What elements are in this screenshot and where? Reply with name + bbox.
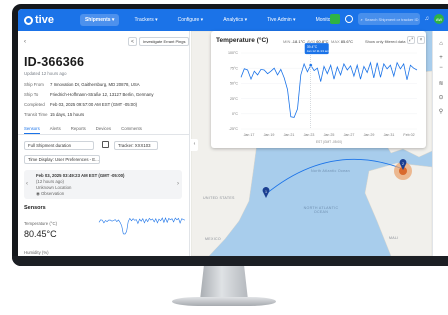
y-tick-label: 0°C [232,112,238,116]
logo-text: tive [35,14,54,26]
home-icon[interactable]: ⌂ [437,41,445,48]
x-tick-label: Jan 17 [244,133,255,137]
time-display-select[interactable]: Time Display: User Preferences - E... [24,155,100,164]
monitor-chin [12,256,448,266]
x-tick-label: Feb 02 [403,133,414,137]
map-toolbar: ⌂ + − ≋ ⊙ ⚲ [432,31,448,256]
shipment-id: ID-366366 [24,55,85,69]
completed-value: Feb 03, 2025 09:57:00 AM EST (GMT -05:00… [50,102,138,107]
collapse-panel-button[interactable]: ‹ [191,139,198,151]
layers-icon[interactable]: ≋ [437,81,445,88]
map-label-north-atlantic-2: North Atlantic Ocean [311,169,350,173]
y-tick-label: 75°C [230,66,238,70]
updated-timestamp: Updated 12 hours ago [24,71,67,76]
origin-pin-label: 1 [265,190,267,194]
locate-icon[interactable]: ⊙ [437,95,445,102]
event-source-label: Observation [40,191,65,196]
humidity-label: Humidity (%) [24,250,49,255]
search-input[interactable]: ⌕ Search Shipment or tracker ID [357,13,420,25]
tab-comments[interactable]: Comments [121,125,142,134]
prev-event-icon[interactable]: ‹ [26,181,28,187]
notification-bell-icon[interactable]: ♫ [425,16,430,22]
x-tick-label: Jan 19 [264,133,275,137]
y-tick-label: -25°C [229,127,239,131]
highlight-point[interactable] [308,63,313,68]
temperature-chart[interactable]: 100°C 75°C 50°C 25°C 0°C -25°C Jan 17 Jan 19 Jan… [211,31,426,148]
x-axis-caption: EST (GMT -05:00) [316,140,342,144]
event-ago: (12 hours ago) [36,179,64,184]
calendar-icon[interactable] [102,141,109,148]
ship-to-value: Friedrich-Hoffmann-Straße 12, 13127 Berl… [50,92,154,97]
tab-reports[interactable]: Reports [71,125,86,134]
tab-devices[interactable]: Devices [96,125,111,134]
pin-icon[interactable]: ⚲ [437,109,445,116]
tooltip-date: Jan 12 11:13 am [307,49,330,53]
temperature-value: 80.45°C [24,229,57,239]
live-view-icon[interactable] [329,14,340,24]
completed-row: Completed Feb 03, 2025 09:57:00 AM EST (… [24,102,137,107]
x-tick-label: Jan 27 [344,133,355,137]
transit-value: 15 days, 15 hours [50,112,85,117]
duration-select[interactable]: Full Shipment duration [24,141,94,150]
shipment-details-panel: ‹ < Investigate Errant Pings ID-366366 U… [18,31,190,256]
transit-row: Transit Time 15 days, 15 hours [24,112,84,117]
tab-alerts[interactable]: Alerts [50,125,61,134]
event-time: Feb 03, 2025 03:49:23 AM EST (GMT -05:00… [36,173,125,178]
y-tick-label: 50°C [230,82,238,86]
x-tick-label: Jan 31 [384,133,395,137]
zoom-out-icon[interactable]: − [437,65,445,72]
zoom-in-icon[interactable]: + [437,55,445,62]
map-label-north-atlantic: NORTH ATLANTIC OCEAN [303,206,339,214]
tive-logo-icon [24,15,33,25]
y-tick-label: 100°C [228,51,238,55]
nav-configure[interactable]: Configure ▾ [173,14,209,26]
back-arrow-icon[interactable]: ‹ [24,39,26,45]
temperature-sparkline[interactable] [98,216,186,236]
transit-label: Transit Time [24,112,48,117]
screen: tive Shipments ▾ Trackers ▾ Configure ▾ … [18,9,448,256]
search-icon: ⌕ [360,16,363,22]
tracker-select[interactable]: Tracker: XXX103 [114,141,158,150]
x-tick-label: Jan 25 [324,133,335,137]
sparkline-path [98,217,186,235]
nav-shipments[interactable]: Shipments ▾ [79,14,120,26]
x-tick-label: Jan 21 [284,133,295,137]
monitor-stand-neck [200,266,248,300]
nav-analytics[interactable]: Analytics ▾ [218,14,252,26]
x-tick-label: Jan 29 [364,133,375,137]
map-label-mexico: MEXICO [205,237,221,241]
event-source: ◉ Observation [36,191,64,197]
investigate-button[interactable]: Investigate Errant Pings [139,37,190,46]
ship-from-row: Ship From 7 Innovation Dr, Gaithersburg,… [24,82,140,87]
event-card: ‹ Feb 03, 2025 03:49:23 AM EST (GMT -05:… [24,170,182,199]
ship-to-label: Ship To [24,92,39,97]
help-icon[interactable] [344,15,353,23]
search-placeholder: Search Shipment or tracker ID [364,16,419,22]
map-label-usa: UNITED STATES [203,196,235,200]
tab-sensors[interactable]: Sensors [24,125,40,134]
x-tick-label: Jan 23 [304,133,315,137]
monitor-stand-foot [172,297,276,306]
event-location: Unknown Location [36,185,72,190]
destination-pin-label: 2 [402,162,404,166]
nav-trackers[interactable]: Trackers ▾ [129,14,162,26]
temperature-card: Temperature (°C) MIN -18.1°C AVG 60.8°C … [211,31,426,148]
ship-from-label: Ship From [24,82,44,87]
share-icon[interactable]: < [128,37,137,46]
ship-to-row: Ship To Friedrich-Hoffmann-Straße 12, 13… [24,92,154,97]
ship-from-value: 7 Innovation Dr, Gaithersburg, MD 20878,… [50,82,140,87]
avatar[interactable]: AW [434,14,444,24]
y-tick-label: 25°C [230,97,238,101]
next-event-icon[interactable]: › [177,181,179,187]
completed-label: Completed [24,102,45,107]
logo[interactable]: tive [24,14,54,26]
detail-tabs: Sensors Alerts Reports Devices Comments [18,125,190,135]
map-label-mali: MALI [389,236,399,240]
temperature-label: Temperature (°C) [24,221,57,226]
top-navbar: tive Shipments ▾ Trackers ▾ Configure ▾ … [18,9,448,31]
nav-tive-admin[interactable]: Tive Admin ▾ [262,14,300,26]
temperature-series-line [240,61,418,118]
sensors-title: Sensors [24,205,46,211]
